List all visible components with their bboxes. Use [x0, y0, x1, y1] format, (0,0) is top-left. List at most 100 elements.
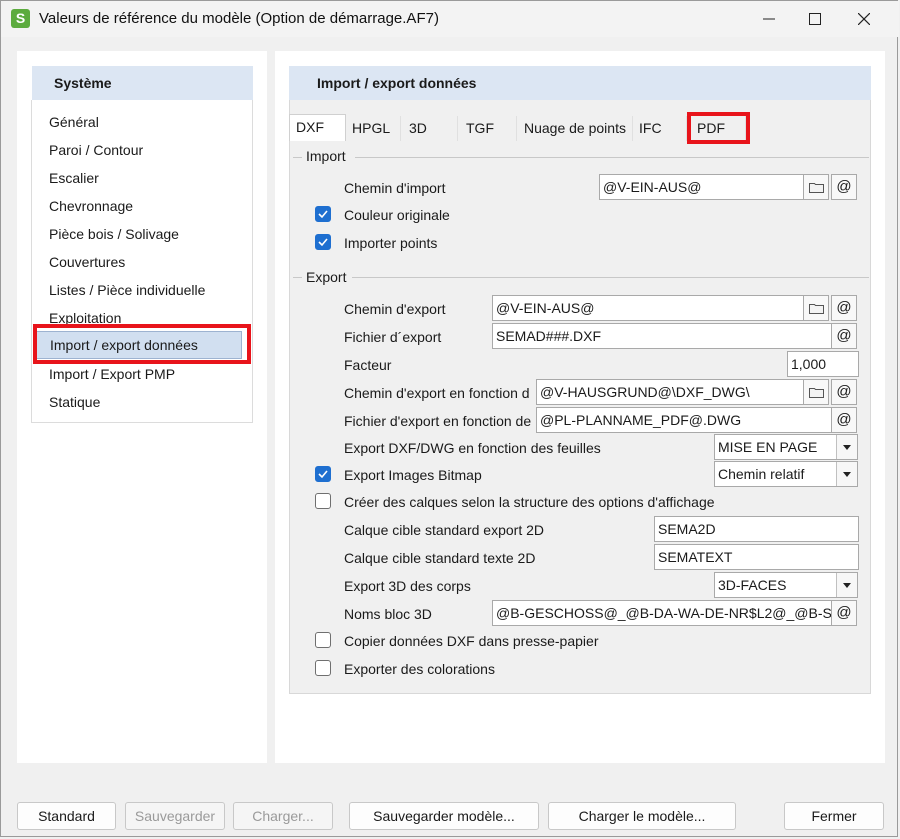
- export-bitmap-checkbox[interactable]: [315, 466, 331, 482]
- calque-2d-field[interactable]: SEMA2D: [654, 516, 859, 542]
- nav-item-paroi-contour[interactable]: Paroi / Contour: [33, 137, 242, 163]
- charger-modele-button[interactable]: Charger le modèle...: [548, 802, 736, 830]
- folder-icon: [809, 388, 824, 398]
- nav-item-chevronnage[interactable]: Chevronnage: [33, 193, 242, 219]
- importer-points-checkbox[interactable]: [315, 234, 331, 250]
- maximize-button[interactable]: [792, 1, 838, 37]
- sauvegarder-modele-button[interactable]: Sauvegarder modèle...: [349, 802, 539, 830]
- tab-3d[interactable]: 3D: [403, 116, 458, 141]
- checkmark-icon: [318, 238, 328, 247]
- export-group-label: Export: [306, 269, 347, 285]
- minimize-icon: [763, 18, 775, 20]
- fichier-export-field[interactable]: SEMAD###.DXF: [492, 323, 832, 349]
- import-group-line-left: [293, 157, 302, 158]
- exporter-colorations-label: Exporter des colorations: [344, 661, 495, 677]
- tab-ifc[interactable]: IFC: [633, 116, 687, 141]
- chevron-down-icon: [836, 573, 857, 597]
- system-nav-list: Général Paroi / Contour Escalier Chevron…: [31, 100, 253, 423]
- nav-item-listes[interactable]: Listes / Pièce individuelle: [33, 277, 242, 303]
- export-bitmap-label: Export Images Bitmap: [344, 467, 482, 483]
- feuilles-label: Export DXF/DWG en fonction des feuilles: [344, 440, 601, 456]
- chemin-export-fonction-variable-button[interactable]: @: [831, 379, 857, 405]
- feuilles-dropdown-value: MISE EN PAGE: [718, 439, 818, 455]
- tab-dxf[interactable]: DXF: [289, 114, 346, 141]
- tab-tgf[interactable]: TGF: [460, 116, 517, 141]
- feuilles-dropdown[interactable]: MISE EN PAGE: [714, 434, 858, 460]
- nav-item-statique[interactable]: Statique: [33, 389, 242, 415]
- chemin-export-browse-button[interactable]: [803, 295, 829, 321]
- app-logo-icon: S: [11, 9, 30, 28]
- folder-icon: [809, 304, 824, 314]
- fichier-export-fonction-field[interactable]: @PL-PLANNAME_PDF@.DWG: [536, 407, 832, 433]
- chemin-export-fonction-label: Chemin d'export en fonction d: [344, 385, 530, 401]
- facteur-label: Facteur: [344, 357, 392, 373]
- import-export-header: Import / export données: [289, 66, 871, 100]
- export-3d-corps-dropdown[interactable]: 3D-FACES: [714, 572, 858, 598]
- system-header-label: Système: [54, 75, 112, 91]
- chemin-import-variable-button[interactable]: @: [831, 174, 857, 200]
- window-title: Valeurs de référence du modèle (Option d…: [39, 10, 439, 27]
- chemin-import-field[interactable]: @V-EIN-AUS@: [599, 174, 804, 200]
- importer-points-label: Importer points: [344, 235, 438, 251]
- export-group-line: [352, 277, 869, 278]
- fichier-export-label: Fichier d´export: [344, 329, 442, 345]
- tab-pdf[interactable]: PDF: [691, 116, 746, 141]
- sauvegarder-button[interactable]: Sauvegarder: [125, 802, 225, 830]
- chemin-import-browse-button[interactable]: [803, 174, 829, 200]
- fermer-button[interactable]: Fermer: [784, 802, 884, 830]
- chemin-export-fonction-browse-button[interactable]: [803, 379, 829, 405]
- checkmark-icon: [318, 470, 328, 479]
- minimize-button[interactable]: [746, 1, 792, 37]
- nav-item-piece-bois[interactable]: Pièce bois / Solivage: [33, 221, 242, 247]
- checkmark-icon: [318, 210, 328, 219]
- copier-presse-papier-checkbox[interactable]: [315, 632, 331, 648]
- tab-nuage-de-points[interactable]: Nuage de points: [518, 116, 633, 141]
- creer-calques-label: Créer des calques selon la structure des…: [344, 494, 715, 510]
- dialog-window: S Valeurs de référence du modèle (Option…: [0, 0, 899, 837]
- tab-hpgl[interactable]: HPGL: [346, 116, 401, 141]
- copier-presse-papier-label: Copier données DXF dans presse-papier: [344, 633, 599, 649]
- maximize-icon: [809, 13, 821, 25]
- chemin-export-label: Chemin d'export: [344, 301, 446, 317]
- nav-item-escalier[interactable]: Escalier: [33, 165, 242, 191]
- chemin-export-fonction-field[interactable]: @V-HAUSGRUND@\DXF_DWG\: [536, 379, 804, 405]
- couleur-originale-checkbox[interactable]: [315, 206, 331, 222]
- system-header: Système: [32, 66, 253, 100]
- calque-texte-field[interactable]: SEMATEXT: [654, 544, 859, 570]
- fichier-export-fonction-variable-button[interactable]: @: [831, 407, 857, 433]
- export-group-line-left: [293, 277, 302, 278]
- calque-2d-label: Calque cible standard export 2D: [344, 522, 545, 538]
- export-3d-corps-dropdown-value: 3D-FACES: [718, 577, 787, 593]
- chevron-down-icon: [836, 435, 857, 459]
- nav-item-exploitation[interactable]: Exploitation: [33, 305, 242, 331]
- facteur-field[interactable]: 1,000: [787, 351, 859, 377]
- noms-bloc-3d-field[interactable]: @B-GESCHOSS@_@B-DA-WA-DE-NR$L2@_@B-Schi: [492, 600, 832, 626]
- fichier-export-variable-button[interactable]: @: [831, 323, 857, 349]
- noms-bloc-3d-variable-button[interactable]: @: [831, 600, 857, 626]
- chemin-export-field[interactable]: @V-EIN-AUS@: [492, 295, 804, 321]
- chemin-import-label: Chemin d'import: [344, 180, 446, 196]
- fichier-export-fonction-label: Fichier d'export en fonction de: [344, 413, 532, 429]
- chemin-export-variable-button[interactable]: @: [831, 295, 857, 321]
- import-export-header-label: Import / export données: [317, 75, 477, 91]
- nav-item-general[interactable]: Général: [33, 109, 242, 135]
- import-group-line: [355, 157, 869, 158]
- bitmap-path-dropdown-value: Chemin relatif: [718, 466, 805, 482]
- bitmap-path-dropdown[interactable]: Chemin relatif: [714, 461, 858, 487]
- system-panel: Système Général Paroi / Contour Escalier…: [17, 51, 267, 763]
- standard-button[interactable]: Standard: [17, 802, 116, 830]
- chevron-down-icon: [836, 462, 857, 486]
- nav-item-import-export-pmp[interactable]: Import / Export PMP: [33, 361, 242, 387]
- couleur-originale-label: Couleur originale: [344, 207, 450, 223]
- title-bar[interactable]: S Valeurs de référence du modèle (Option…: [1, 1, 899, 37]
- noms-bloc-3d-label: Noms bloc 3D: [344, 606, 432, 622]
- export-3d-corps-label: Export 3D des corps: [344, 578, 471, 594]
- exporter-colorations-checkbox[interactable]: [315, 660, 331, 676]
- charger-button[interactable]: Charger...: [233, 802, 333, 830]
- folder-icon: [809, 183, 824, 193]
- calque-texte-label: Calque cible standard texte 2D: [344, 550, 536, 566]
- creer-calques-checkbox[interactable]: [315, 493, 331, 509]
- close-button[interactable]: [841, 1, 887, 37]
- nav-item-couvertures[interactable]: Couvertures: [33, 249, 242, 275]
- nav-item-import-export-donnees[interactable]: Import / export données: [33, 331, 242, 359]
